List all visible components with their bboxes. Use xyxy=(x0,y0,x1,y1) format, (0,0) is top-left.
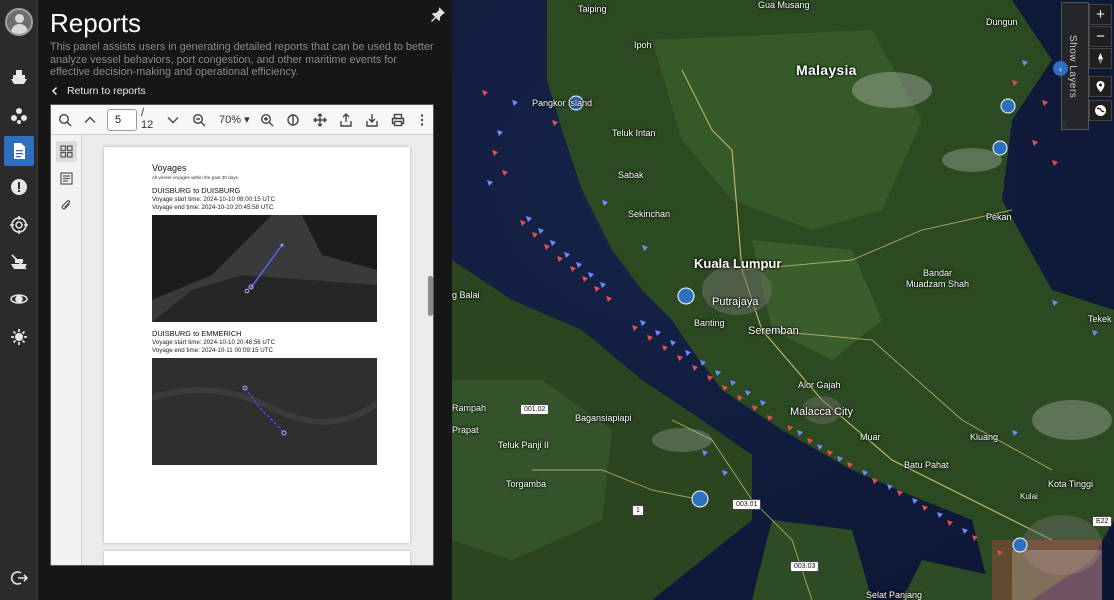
road-shield: 001.02 xyxy=(520,404,550,415)
map-label: Kluang xyxy=(970,432,999,442)
panel-scrollbar[interactable] xyxy=(428,276,433,316)
voyage-end: Voyage end time: 2024-10-10 20:45:58 UTC xyxy=(152,204,274,211)
voyage-end: Voyage end time: 2024-10-11 00:09:15 UTC xyxy=(152,347,273,354)
attachment-icon[interactable] xyxy=(56,195,77,216)
road-shield: 003.03 xyxy=(790,561,820,572)
voyage-start: Voyage start time: 2024-10-10 08:00:15 U… xyxy=(152,196,276,203)
show-layers-tab[interactable]: ‹ Show Layers xyxy=(1053,2,1089,130)
next-page-icon[interactable] xyxy=(164,110,182,130)
voyage-map-thumbnail xyxy=(152,358,377,465)
map-label: Pekan xyxy=(986,212,1012,222)
road-shield: 003.01 xyxy=(732,499,762,510)
map-label: Seremban xyxy=(748,325,799,337)
basemap-globe-icon[interactable] xyxy=(1089,100,1112,121)
pdf-viewer: / 12 70% ▾ xyxy=(50,104,434,566)
map-label: Putrajaya xyxy=(712,296,759,308)
map-label: Banting xyxy=(694,318,725,328)
pdf-canvas[interactable]: Voyages All vessel voyages within the pa… xyxy=(82,135,433,565)
dark-vessel-icon[interactable] xyxy=(4,247,34,277)
map-label: Tekek xyxy=(1088,314,1112,324)
map-label: Teluk Intan xyxy=(612,128,656,138)
map-label: Dungun xyxy=(986,17,1018,27)
compass-icon[interactable] xyxy=(1089,48,1112,69)
panel-description: This panel assists users in generating d… xyxy=(50,41,434,78)
map-label: Muar xyxy=(860,432,881,442)
map-label: Selat Panjang xyxy=(866,590,923,600)
page-number-input[interactable] xyxy=(107,109,137,131)
more-options-icon[interactable] xyxy=(415,110,429,130)
rotate-icon[interactable] xyxy=(284,110,302,130)
voyage-map-thumbnail xyxy=(152,215,377,322)
chevron-left-icon xyxy=(51,86,58,96)
map-label: Torgamba xyxy=(506,479,547,489)
page-total: / 12 xyxy=(141,107,154,131)
return-label: Return to reports xyxy=(67,85,146,97)
pdf-sidebar xyxy=(51,135,82,565)
share-icon[interactable] xyxy=(337,110,355,130)
outline-icon[interactable] xyxy=(56,168,77,189)
satellite-icon[interactable] xyxy=(4,284,34,314)
zoom-in-icon[interactable] xyxy=(258,110,276,130)
map-label: Gua Musang xyxy=(758,0,810,10)
pdf-page: Voyages All vessel voyages within the pa… xyxy=(104,147,410,543)
map-label: Kulai xyxy=(1020,492,1038,501)
map-label: Ipoh xyxy=(634,40,652,50)
map-label: Bandar Muadzam Shah xyxy=(906,268,970,289)
voyage-title: DUISBURG to DUISBURG xyxy=(152,186,241,195)
vessel-settings-icon[interactable] xyxy=(4,322,34,352)
zoom-in-button[interactable]: + xyxy=(1089,4,1112,25)
left-nav-rail xyxy=(0,0,38,600)
zoom-out-icon[interactable] xyxy=(190,110,208,130)
sign-out-icon[interactable] xyxy=(4,563,34,593)
app-root: Reports This panel assists users in gene… xyxy=(0,0,1114,600)
map-label: Bagansiapiapi xyxy=(575,413,632,423)
reports-icon[interactable] xyxy=(4,136,34,166)
location-pin-icon[interactable] xyxy=(1089,76,1112,97)
report-heading: Voyages xyxy=(152,163,187,173)
zoom-level-value: 70% xyxy=(219,114,242,126)
map-label: Kuala Lumpur xyxy=(694,256,782,271)
map-label: Rampah xyxy=(452,403,487,413)
voyage-start: Voyage start time: 2024-10-10 20:48:56 U… xyxy=(152,339,276,346)
alert-icon[interactable] xyxy=(4,172,34,202)
map-label: Sekinchan xyxy=(628,209,671,219)
map-label: Teluk Panji II xyxy=(498,440,550,450)
panel-title: Reports xyxy=(50,8,142,38)
show-layers-label: Show Layers xyxy=(1067,35,1078,99)
hazard-icon[interactable] xyxy=(4,100,34,130)
map-label: Prapat xyxy=(452,425,479,435)
report-subtitle: All vessel voyages within the past 30 da… xyxy=(152,175,240,180)
print-icon[interactable] xyxy=(389,110,407,130)
download-icon[interactable] xyxy=(363,110,381,130)
pan-icon[interactable] xyxy=(311,110,329,130)
map-label: g Balai xyxy=(452,290,480,300)
road-shield: E22 xyxy=(1092,516,1113,527)
map-label: Malacca City xyxy=(790,406,853,418)
search-icon[interactable] xyxy=(56,110,74,130)
chevron-left-icon[interactable]: ‹ xyxy=(1053,61,1068,76)
map-label: Alor Gajah xyxy=(798,380,841,390)
map-label: Pangkor Island xyxy=(532,98,593,108)
pdf-toolbar: / 12 70% ▾ xyxy=(51,105,433,135)
zoom-out-button[interactable]: − xyxy=(1089,26,1112,47)
user-avatar[interactable] xyxy=(5,8,33,36)
thumbnails-icon[interactable] xyxy=(56,141,77,162)
map-label: Malaysia xyxy=(796,62,857,78)
map-label: Batu Pahat xyxy=(904,460,949,470)
road-shield: 1 xyxy=(632,505,644,516)
vessel-icon[interactable] xyxy=(4,62,34,92)
return-to-reports-link[interactable]: Return to reports xyxy=(50,84,146,98)
pin-icon[interactable] xyxy=(430,6,446,22)
zoom-level-select[interactable]: 70% ▾ xyxy=(219,113,250,126)
map-label: Taiping xyxy=(578,4,607,14)
map-view[interactable]: Taiping Gua Musang Dungun Ipoh Malaysia … xyxy=(452,0,1114,600)
target-icon[interactable] xyxy=(4,210,34,240)
pdf-page xyxy=(104,551,410,565)
map-label: Sabak xyxy=(618,170,644,180)
voyage-title: DUISBURG to EMMERICH xyxy=(152,329,242,338)
map-label: Kota Tinggi xyxy=(1048,479,1094,489)
reports-panel: Reports This panel assists users in gene… xyxy=(38,0,452,600)
previous-page-icon[interactable] xyxy=(81,110,99,130)
